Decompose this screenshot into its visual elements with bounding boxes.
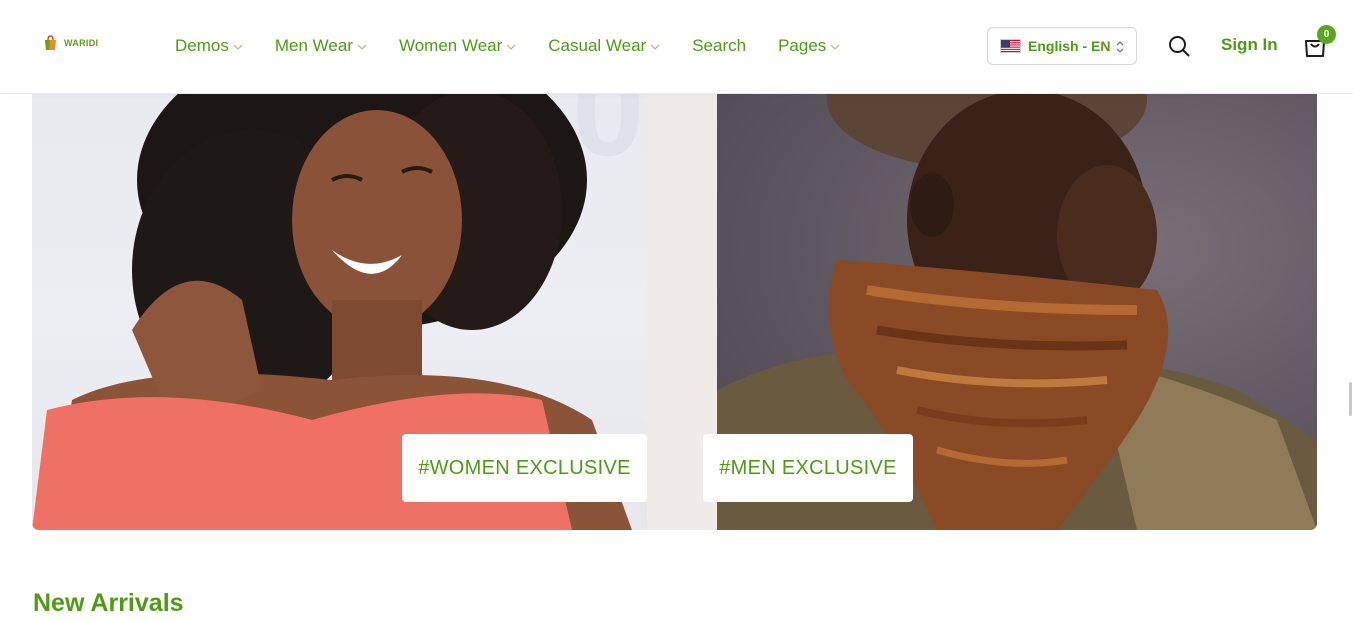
us-flag-icon: [1000, 39, 1021, 53]
sign-in-link[interactable]: Sign In: [1221, 35, 1278, 55]
nav-item-demos[interactable]: Demos: [175, 36, 243, 56]
shopping-bag-logo-icon: [45, 35, 56, 50]
main-nav: Demos Men Wear Women Wear Casual Wear Se…: [175, 34, 840, 58]
brand-name: WARIDI: [64, 37, 99, 48]
chevron-down-icon: [650, 44, 660, 50]
scrollbar-thumb[interactable]: [1349, 382, 1352, 416]
nav-item-men-wear[interactable]: Men Wear: [275, 36, 367, 56]
site-header: WARIDI Demos Men Wear Women Wear Casual …: [0, 0, 1353, 94]
language-selector[interactable]: English - EN: [987, 27, 1137, 65]
nav-item-label: Search: [692, 36, 747, 55]
nav-item-label: Casual Wear: [548, 36, 647, 55]
cart-count-badge: 0: [1317, 25, 1336, 44]
new-arrivals-heading: New Arrivals: [33, 589, 184, 617]
chevron-down-icon: [233, 44, 243, 50]
nav-item-label: Demos: [175, 36, 229, 55]
men-exclusive-tag[interactable]: #MEN EXCLUSIVE: [703, 434, 913, 502]
nav-item-label: Women Wear: [398, 36, 503, 55]
search-icon[interactable]: [1167, 34, 1191, 58]
chevron-down-icon: [506, 44, 516, 50]
select-arrows-icon: [1116, 41, 1124, 53]
nav-item-pages[interactable]: Pages: [778, 36, 840, 56]
nav-item-label: Pages: [778, 36, 827, 55]
brand-logo[interactable]: WARIDI: [42, 34, 98, 51]
nav-item-casual-wear[interactable]: Casual Wear: [548, 36, 660, 56]
nav-item-search[interactable]: Search: [692, 36, 746, 56]
nav-item-label: Men Wear: [274, 36, 353, 55]
chevron-down-icon: [357, 44, 367, 50]
hero-banner: 0: [32, 60, 1317, 530]
chevron-down-icon: [830, 44, 840, 50]
women-exclusive-tag[interactable]: #WOMEN EXCLUSIVE: [402, 434, 647, 502]
nav-item-women-wear[interactable]: Women Wear: [399, 36, 516, 56]
language-label: English - EN: [1028, 38, 1111, 54]
